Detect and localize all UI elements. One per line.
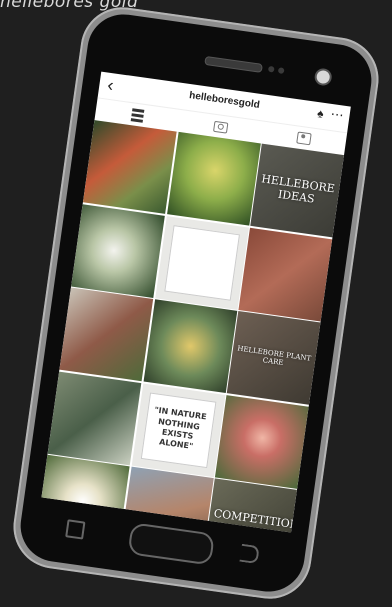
screen: ‹ helleboresgold ♠ ⋯ HELLEBORE IDEAS HELL… bbox=[41, 71, 351, 533]
post-overlay-text: HELLEBORE PLANT CARE bbox=[236, 343, 312, 368]
more-icon[interactable]: ⋯ bbox=[330, 106, 345, 124]
post-tile[interactable] bbox=[71, 203, 165, 298]
speaker-grille bbox=[204, 55, 263, 73]
phone: ‹ helleboresgold ♠ ⋯ HELLEBORE IDEAS HELL… bbox=[8, 1, 384, 605]
post-tile[interactable] bbox=[47, 371, 142, 465]
post-tile[interactable] bbox=[143, 299, 237, 393]
camera-icon bbox=[213, 120, 229, 134]
post-tile[interactable] bbox=[166, 131, 261, 226]
phone-body: ‹ helleboresgold ♠ ⋯ HELLEBORE IDEAS HELL… bbox=[15, 9, 377, 597]
back-square-icon[interactable] bbox=[65, 519, 86, 540]
post-tile[interactable]: HELLEBORE PLANT CARE bbox=[226, 310, 321, 405]
post-tile[interactable] bbox=[238, 227, 333, 322]
post-overlay-text: HELLEBORE IDEAS bbox=[260, 171, 336, 206]
grid-icon bbox=[130, 108, 145, 123]
front-camera-icon bbox=[313, 67, 333, 87]
sensor-dot bbox=[267, 65, 275, 73]
tagged-icon bbox=[296, 131, 312, 146]
posts-grid: HELLEBORE IDEAS HELLEBORE PLANT CARE "IN N… bbox=[41, 120, 345, 533]
home-button[interactable] bbox=[127, 522, 216, 566]
quote-card: "IN NATURE NOTHING EXISTS ALONE" bbox=[140, 391, 217, 468]
post-tile[interactable] bbox=[154, 215, 249, 310]
post-tile[interactable]: HELLEBORE IDEAS bbox=[250, 143, 345, 238]
post-tile[interactable] bbox=[59, 287, 154, 382]
recent-apps-icon[interactable] bbox=[239, 543, 260, 565]
quote-card bbox=[163, 224, 240, 301]
post-tile[interactable] bbox=[214, 394, 309, 489]
post-tile[interactable]: "IN NATURE NOTHING EXISTS ALONE" bbox=[131, 382, 226, 477]
sensor-dot bbox=[277, 67, 285, 74]
post-tile[interactable] bbox=[82, 120, 177, 214]
post-overlay-text: COMPETITION WINNER bbox=[213, 506, 297, 533]
